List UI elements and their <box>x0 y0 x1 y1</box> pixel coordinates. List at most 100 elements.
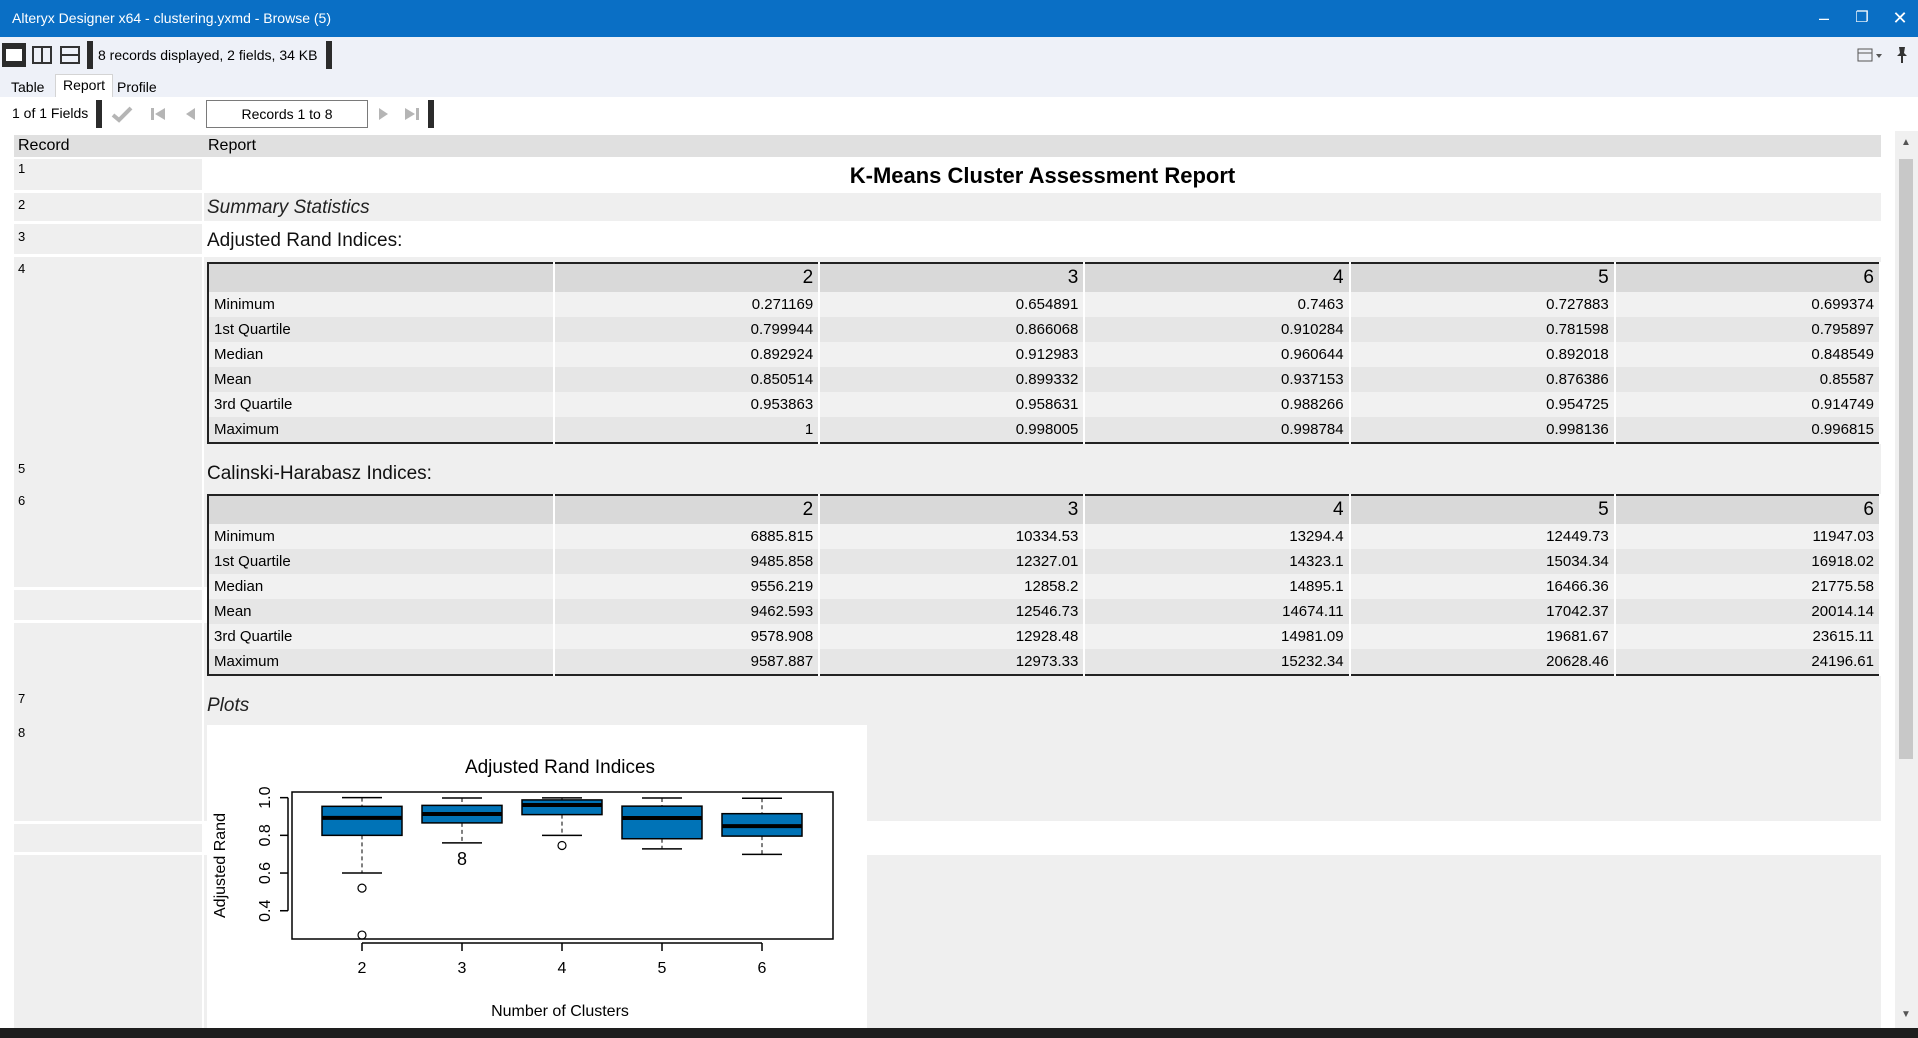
minimize-button[interactable]: – <box>1804 4 1844 32</box>
single-view-icon[interactable] <box>2 43 26 67</box>
record-number: 3 <box>18 229 26 244</box>
next-record-icon[interactable] <box>372 102 396 126</box>
scroll-up-icon[interactable]: ▲ <box>1901 137 1911 148</box>
table-header-cell: 5 <box>1349 495 1616 524</box>
records-range[interactable]: Records 1 to 8 <box>206 100 368 128</box>
title-bar: Alteryx Designer x64 - clustering.yxmd -… <box>0 0 1918 37</box>
table-cell: 14674.11 <box>1084 599 1351 624</box>
row-label: Median <box>208 342 555 367</box>
table-cell: 21775.58 <box>1614 574 1882 599</box>
row-label: Minimum <box>208 524 555 549</box>
table-cell: 15232.34 <box>1084 649 1351 675</box>
record-cell <box>14 590 202 620</box>
x-tick-label: 5 <box>658 960 667 977</box>
table-cell: 12858.2 <box>819 574 1086 599</box>
record-cell <box>14 193 202 221</box>
table-header-cell: 6 <box>1614 263 1882 292</box>
ari-boxplot: Adjusted Rand Indices 0.4 0.6 0.8 1.0 Adjuste… <box>207 725 867 1028</box>
boxplot-svg: Adjusted Rand Indices 0.4 0.6 0.8 1.0 Adjuste… <box>212 757 834 1020</box>
record-cell <box>14 824 202 852</box>
record-number: 6 <box>18 493 26 508</box>
ch-label: Calinski-Harabasz Indices: <box>207 463 432 484</box>
close-button[interactable]: ✕ <box>1880 4 1918 32</box>
window-title: Alteryx Designer x64 - clustering.yxmd -… <box>12 10 331 26</box>
x-tick-label: 4 <box>558 960 567 977</box>
table-cell: 19681.67 <box>1349 624 1616 649</box>
table-cell: 0.271169 <box>554 292 821 317</box>
table-header-cell: 6 <box>1614 495 1882 524</box>
record-cell <box>14 855 202 1028</box>
table-cell: 0.799944 <box>554 317 821 342</box>
record-number: 5 <box>18 461 26 476</box>
table-cell: 9587.887 <box>554 649 821 675</box>
table-cell: 6885.815 <box>554 524 821 549</box>
table-cell: 16918.02 <box>1614 549 1882 574</box>
record-cell <box>14 159 202 190</box>
view-tabs: Table Report Profile <box>0 73 1918 100</box>
table-row: Minimum 0.271169 0.654891 0.7463 0.727883 0.6… <box>208 292 1882 317</box>
y-axis-label: Adjusted Rand <box>212 813 229 918</box>
pin-icon[interactable] <box>1890 43 1914 67</box>
browse-toolbar: 8 records displayed, 2 fields, 34 KB <box>0 37 1918 73</box>
row-label: 1st Quartile <box>208 317 555 342</box>
table-cell: 0.998784 <box>1084 417 1351 443</box>
layout-dropdown-icon[interactable] <box>1856 43 1884 67</box>
table-row: Minimum 6885.815 10334.53 13294.4 12449.73 11… <box>208 524 1882 549</box>
table-cell: 13294.4 <box>1084 524 1351 549</box>
table-cell: 20014.14 <box>1614 599 1882 624</box>
tab-table[interactable]: Table <box>4 77 51 97</box>
table-cell: 12973.33 <box>819 649 1086 675</box>
record-cell <box>14 257 202 587</box>
record-number: 1 <box>18 161 26 176</box>
table-cell: 0.7463 <box>1084 292 1351 317</box>
toolbar-divider <box>326 41 332 69</box>
column-header-report[interactable]: Report <box>204 135 1881 157</box>
row-label: Minimum <box>208 292 555 317</box>
checkmark-icon[interactable] <box>110 102 134 126</box>
split-vertical-icon[interactable] <box>30 43 54 67</box>
column-header-record[interactable]: Record <box>14 135 204 157</box>
tab-profile[interactable]: Profile <box>110 77 164 97</box>
record-number: 2 <box>18 197 26 212</box>
table-row: 1st Quartile 0.799944 0.866068 0.910284 0.78… <box>208 317 1882 342</box>
table-row: 3rd Quartile 0.953863 0.958631 0.988266 0.95… <box>208 392 1882 417</box>
last-record-icon[interactable] <box>400 102 424 126</box>
table-row: 1st Quartile 9485.858 12327.01 14323.1 15034… <box>208 549 1882 574</box>
table-header-cell <box>208 263 555 292</box>
vertical-scrollbar[interactable]: ▲ ▼ <box>1895 131 1918 1028</box>
record-number: 7 <box>18 691 26 706</box>
scrollbar-thumb[interactable] <box>1899 159 1913 759</box>
table-row: Median 0.892924 0.912983 0.960644 0.892018 0.… <box>208 342 1882 367</box>
table-header-cell: 5 <box>1349 263 1616 292</box>
ch-table: 2 3 4 5 6 Minimum 6885.815 10334.53 13294.4 12449… <box>207 494 1882 676</box>
scroll-down-icon[interactable]: ▼ <box>1901 1009 1911 1020</box>
table-cell: 23615.11 <box>1614 624 1882 649</box>
table-cell: 0.953863 <box>554 392 821 417</box>
record-number: 4 <box>18 261 26 276</box>
split-horizontal-icon[interactable] <box>58 43 82 67</box>
row-label: Mean <box>208 367 555 392</box>
row-label: Maximum <box>208 417 555 443</box>
table-cell: 14981.09 <box>1084 624 1351 649</box>
table-cell: 0.996815 <box>1614 417 1882 443</box>
report-title: K-Means Cluster Assessment Report <box>849 163 1236 188</box>
table-row: Maximum 9587.887 12973.33 15232.34 20628.46 2… <box>208 649 1882 675</box>
outlier-point <box>557 840 567 851</box>
first-record-icon[interactable] <box>146 102 170 126</box>
previous-record-icon[interactable] <box>178 102 202 126</box>
table-cell: 24196.61 <box>1614 649 1882 675</box>
table-cell: 17042.37 <box>1349 599 1616 624</box>
table-cell: 0.998136 <box>1349 417 1616 443</box>
table-row: Maximum 1 0.998005 0.998784 0.998136 0.996815 <box>208 417 1882 443</box>
table-header-cell: 4 <box>1084 495 1351 524</box>
x-tick-label: 2 <box>358 960 367 977</box>
table-cell: 0.892018 <box>1349 342 1616 367</box>
row-label: Mean <box>208 599 555 624</box>
table-cell: 0.727883 <box>1349 292 1616 317</box>
table-cell: 10334.53 <box>819 524 1086 549</box>
table-cell: 0.781598 <box>1349 317 1616 342</box>
restore-button[interactable]: ❐ <box>1842 4 1882 32</box>
table-cell: 0.848549 <box>1614 342 1882 367</box>
table-header-cell: 3 <box>819 495 1086 524</box>
table-row: Mean 0.850514 0.899332 0.937153 0.876386 0.85… <box>208 367 1882 392</box>
